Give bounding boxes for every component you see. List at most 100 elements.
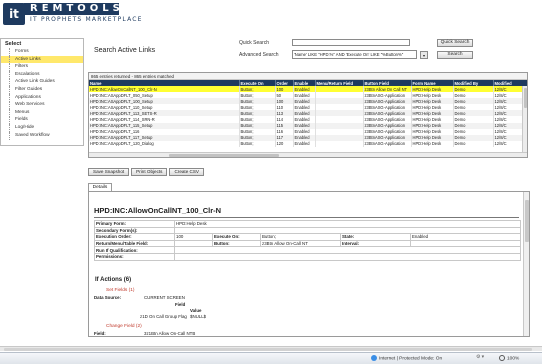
results-count: 865 entries returned - 865 entries match… bbox=[89, 73, 527, 80]
prop-value bbox=[174, 252, 521, 261]
sidebar-item-menus[interactable]: Menus bbox=[1, 108, 83, 117]
page-horizontal-scrollbar[interactable] bbox=[0, 346, 542, 351]
table-cell: z3BtnASG-Application bbox=[363, 104, 412, 111]
table-cell: z3BtnASG-Application bbox=[363, 128, 412, 135]
results-table: Name Execute On Order Enable Menu/Return Fie… bbox=[89, 80, 527, 147]
table-cell: z3Btn Allow On Call NT bbox=[363, 86, 412, 93]
brand-title: REMTOOLS bbox=[30, 3, 124, 14]
prop-key: Button: bbox=[212, 239, 261, 248]
table-row[interactable]: HPD:INC:AllowOnCallNT_100_Clr-N Button; 10… bbox=[89, 86, 527, 93]
table-cell: z3BtnASG-Application bbox=[363, 98, 412, 105]
prop-value bbox=[174, 226, 521, 235]
prop-key: Run If Qualification: bbox=[94, 246, 175, 254]
details-vertical-scrollbar[interactable] bbox=[523, 192, 529, 336]
data-source-value: CURRENT SCREEN bbox=[144, 295, 185, 300]
security-zone-label: Internet | Protected Mode: On bbox=[379, 356, 443, 362]
tree-heading: Select bbox=[5, 41, 22, 47]
sidebar-item-active-link-guides[interactable]: Active Link Guides bbox=[1, 78, 83, 86]
change-field-key: Field: bbox=[94, 331, 106, 336]
table-cell: Enabled bbox=[293, 140, 316, 147]
prop-value: Enabled bbox=[410, 233, 521, 241]
change-field-row: Field Access:Disabled bbox=[94, 337, 161, 338]
change-field-value: Disabled bbox=[144, 337, 161, 338]
advanced-search-label: Advanced Search bbox=[239, 52, 279, 58]
sidebar-item-log-hide[interactable]: Log/Hide bbox=[1, 123, 83, 132]
properties-table: Primary Form: HPD:Help Desk Secondary Fo… bbox=[94, 220, 521, 261]
zoom-icon bbox=[499, 355, 505, 361]
search-button[interactable]: Search bbox=[437, 51, 473, 59]
quick-search-label: Quick Search bbox=[239, 40, 270, 46]
table-cell: z3BtnASG-Application bbox=[363, 92, 412, 99]
prop-value: Button; bbox=[260, 233, 341, 241]
sidebar-item-web-services[interactable]: Web Services bbox=[1, 101, 83, 109]
prop-key: Secondary Form(s): bbox=[94, 226, 175, 235]
sidebar-item-applications[interactable]: Applications bbox=[1, 93, 83, 102]
quick-search-button[interactable]: Quick Search bbox=[437, 39, 473, 47]
prop-key: Return/Menu/Table Field: bbox=[94, 239, 175, 248]
table-row[interactable]: HPD:INC:ASAppDFLT_114_SRN-R Button; 114 Ena… bbox=[89, 116, 527, 123]
create-csv-button[interactable]: Create CSV bbox=[169, 168, 204, 176]
sidebar-item-escalations[interactable]: Escalations bbox=[1, 70, 83, 79]
prop-key: Execution Order: bbox=[94, 233, 175, 241]
results-grid: 865 entries returned - 865 entries match… bbox=[88, 72, 528, 158]
details-title: HPD:INC:AllowOnCallNT_100_Clr-N bbox=[94, 206, 222, 215]
change-field-value: 3z1Btn Allow On-Call NTB bbox=[144, 331, 196, 336]
grid-horizontal-scrollbar[interactable] bbox=[89, 152, 527, 157]
zoom-control[interactable]: 100% bbox=[499, 355, 519, 361]
table-cell: z3BtnASG-Application bbox=[363, 134, 412, 141]
table-cell: 120 bbox=[275, 140, 294, 147]
prop-value: z3Btn Allow On-Call NT bbox=[260, 239, 341, 248]
table-cell: HPD:INC:ASAppDFLT_120_Dialog bbox=[89, 140, 240, 147]
protected-mode-icon[interactable]: ⚙ ▾ bbox=[476, 355, 484, 360]
set-field-value: $NULL$ bbox=[190, 314, 207, 319]
table-cell: z3BtnASG-Application bbox=[363, 122, 412, 129]
tab-details[interactable]: Details bbox=[88, 183, 112, 191]
sidebar-item-forms[interactable]: Forms bbox=[1, 48, 83, 56]
prop-key: Interval: bbox=[340, 239, 411, 248]
logo-icon: it bbox=[3, 3, 25, 25]
table-cell: Button; bbox=[239, 140, 276, 147]
set-field-name: z1D On Call Group Flag bbox=[140, 314, 187, 319]
table-cell: z3BtnASG-Application bbox=[363, 140, 412, 147]
chevron-down-icon[interactable]: ▾ bbox=[420, 51, 428, 59]
prop-key: Execute On: bbox=[212, 233, 261, 241]
save-snapshot-button[interactable]: Save Snapshot bbox=[88, 168, 130, 176]
value-column-header: Value bbox=[190, 308, 202, 313]
prop-value: HPD:Help Desk bbox=[174, 220, 521, 228]
details-panel: HPD:INC:AllowOnCallNT_100_Clr-N Primary … bbox=[88, 191, 530, 337]
sidebar-item-filter-guides[interactable]: Filter Guides bbox=[1, 85, 83, 94]
if-actions-heading: If Actions (6) bbox=[95, 277, 132, 283]
zoom-level: 100% bbox=[507, 356, 520, 362]
change-field-key: Field Access: bbox=[94, 337, 144, 338]
grid-vertical-scrollbar[interactable] bbox=[522, 86, 527, 154]
prop-value bbox=[410, 239, 521, 248]
sidebar-item-saved-workflow[interactable]: Saved Workflow bbox=[1, 131, 83, 140]
quick-search-input[interactable] bbox=[292, 39, 410, 46]
table-cell: z3BtnASG-Application bbox=[363, 116, 412, 123]
prop-key: Permissions: bbox=[94, 252, 175, 261]
divider bbox=[94, 217, 519, 218]
print-objects-button[interactable]: Print Objects bbox=[131, 168, 168, 176]
sidebar-item-filters[interactable]: Filters bbox=[1, 63, 83, 71]
sidebar-item-fields[interactable]: Fields bbox=[1, 116, 83, 124]
field-column-header: Field bbox=[175, 302, 186, 307]
table-cell: Demo bbox=[453, 140, 494, 147]
status-bar: Internet | Protected Mode: On ⚙ ▾ 100% bbox=[0, 352, 542, 364]
advanced-search-input[interactable]: 'Name' LIKE "HPD:%" AND 'Execute On' LIK… bbox=[292, 50, 417, 59]
change-field-row: Field: 3z1Btn Allow On-Call NTB bbox=[94, 331, 195, 336]
prop-key: State: bbox=[340, 233, 411, 241]
data-source-label: Data Source: bbox=[94, 295, 122, 300]
prop-key: Primary Form: bbox=[94, 220, 175, 228]
set-fields-heading: Set Fields (1) bbox=[106, 288, 135, 293]
table-row[interactable]: HPD:INC:ASAppDFLT_113_SETS-R Button; 113 En… bbox=[89, 110, 527, 117]
change-field-heading: Change Field (2) bbox=[106, 324, 142, 329]
table-cell: z3BtnASG-Application bbox=[363, 110, 412, 117]
table-cell: HPD:Help Desk bbox=[411, 140, 454, 147]
sidebar-item-active-links[interactable]: Active Links bbox=[1, 55, 83, 64]
prop-value bbox=[174, 239, 213, 248]
table-row[interactable]: HPD:INC:ASAppDFLT_120_Dialog Button; 120 En… bbox=[89, 140, 527, 147]
security-zone[interactable]: Internet | Protected Mode: On bbox=[371, 355, 442, 361]
object-type-tree: Select Forms Active Links Filters Escalatio… bbox=[0, 38, 84, 146]
brand-subtitle: IT PROPHETS MARKETPLACE bbox=[30, 16, 143, 23]
globe-icon bbox=[371, 355, 377, 361]
